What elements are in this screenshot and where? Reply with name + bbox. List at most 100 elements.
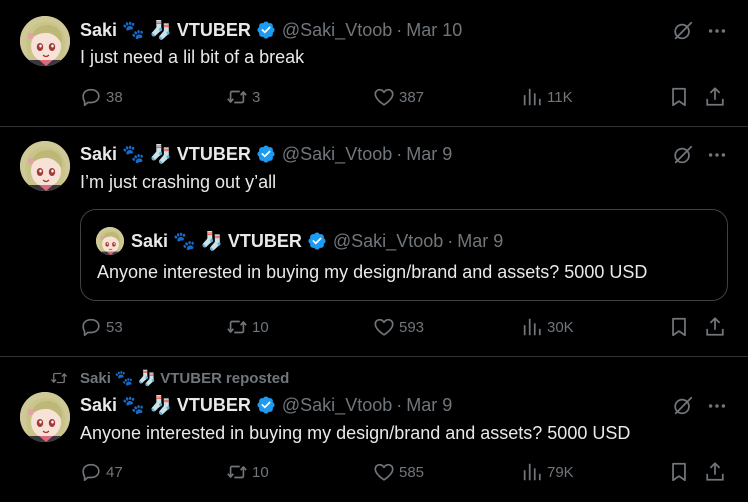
verified-badge-icon[interactable] (256, 395, 276, 415)
tweet-actions: 47 10 585 79K (80, 461, 728, 487)
tweet-date[interactable]: Mar 9 (406, 144, 452, 165)
avatar-image (20, 392, 70, 442)
repost-indicator: Saki 🐾 🧦 VTUBER reposted (50, 369, 289, 387)
display-name[interactable]: Saki (131, 231, 168, 252)
verified-badge-icon[interactable] (256, 20, 276, 40)
user-handle[interactable]: @Saki_Vtoob (282, 144, 392, 165)
sock-emoji: 🧦 (200, 230, 223, 251)
like-count: 593 (399, 318, 425, 336)
quoted-tweet[interactable]: Saki 🐾 🧦 VTUBER @Saki_Vtoob · Mar 9 Anyo… (80, 209, 728, 301)
repost-count: 10 (252, 318, 269, 336)
like-button[interactable]: 593 (373, 316, 424, 338)
avatar-image (20, 16, 70, 66)
heart-icon (373, 86, 395, 108)
like-button[interactable]: 585 (373, 461, 424, 483)
like-count: 387 (399, 88, 425, 106)
paw-emoji: 🐾 (114, 370, 134, 387)
tweet-date[interactable]: Mar 9 (406, 395, 452, 416)
views-icon (521, 86, 543, 108)
tweet-actions: 53 10 593 30K (80, 316, 728, 342)
verified-badge-icon[interactable] (307, 231, 327, 251)
tweet-date[interactable]: Mar 10 (406, 20, 462, 41)
reply-count: 53 (106, 318, 123, 336)
reply-icon (80, 316, 102, 338)
reply-button[interactable]: 47 (80, 461, 123, 483)
avatar[interactable] (20, 392, 70, 442)
repost-button[interactable]: 3 (226, 86, 260, 108)
reposter-tag[interactable]: VTUBER (160, 370, 222, 387)
views-button[interactable]: 79K (521, 461, 574, 483)
separator-dot: · (396, 394, 403, 415)
quoted-avatar[interactable] (96, 227, 124, 255)
reply-button[interactable]: 38 (80, 86, 123, 108)
grok-icon[interactable] (672, 20, 694, 42)
avatar-image (20, 141, 70, 191)
tweet-text: I just need a lil bit of a break (80, 47, 305, 67)
bookmark-icon (668, 461, 690, 483)
avatar-image (96, 227, 124, 255)
display-name-tag[interactable]: VTUBER (177, 20, 251, 41)
bookmark-icon (668, 86, 690, 108)
repost-button[interactable]: 10 (226, 316, 269, 338)
separator-dot: · (447, 230, 454, 251)
display-name[interactable]: Saki (80, 20, 117, 41)
sock-emoji: 🧦 (137, 370, 157, 387)
reposter-name[interactable]: Saki (80, 370, 111, 387)
reply-count: 47 (106, 463, 123, 481)
grok-icon[interactable] (672, 144, 694, 166)
more-icon[interactable] (706, 395, 728, 417)
display-name[interactable]: Saki (80, 395, 117, 416)
views-button[interactable]: 11K (521, 86, 573, 108)
views-icon (521, 461, 543, 483)
verified-badge-icon[interactable] (256, 144, 276, 164)
grok-icon[interactable] (672, 395, 694, 417)
views-icon (521, 316, 543, 338)
display-name-tag[interactable]: VTUBER (228, 231, 302, 252)
like-button[interactable]: 387 (373, 86, 424, 108)
share-button[interactable] (704, 316, 726, 338)
tweet[interactable]: Saki 🐾 🧦 VTUBER @Saki_Vtoob · Mar 10 I j… (0, 0, 748, 127)
repost-icon (226, 461, 248, 483)
separator-dot: · (396, 19, 403, 40)
tweet-text: Anyone interested in buying my design/br… (80, 423, 631, 443)
sock-emoji: 🧦 (149, 143, 172, 164)
bookmark-button[interactable] (668, 316, 690, 338)
more-icon[interactable] (706, 20, 728, 42)
tweet[interactable]: Saki 🐾 🧦 VTUBER reposted Saki 🐾 🧦 VTUBER… (0, 357, 748, 502)
repost-icon (50, 369, 68, 387)
user-handle[interactable]: @Saki_Vtoob (282, 20, 392, 41)
paw-emoji: 🐾 (173, 230, 196, 251)
tweet[interactable]: Saki 🐾 🧦 VTUBER @Saki_Vtoob · Mar 9 I’m … (0, 127, 748, 357)
user-handle[interactable]: @Saki_Vtoob (282, 395, 392, 416)
tweet-header: Saki 🐾 🧦 VTUBER @Saki_Vtoob · Mar 10 (80, 19, 462, 41)
views-button[interactable]: 30K (521, 316, 574, 338)
sock-emoji: 🧦 (149, 394, 172, 415)
repost-icon (226, 316, 248, 338)
avatar[interactable] (20, 141, 70, 191)
repost-button[interactable]: 10 (226, 461, 269, 483)
reply-icon (80, 86, 102, 108)
quoted-tweet-date[interactable]: Mar 9 (457, 231, 503, 252)
share-button[interactable] (704, 86, 726, 108)
share-button[interactable] (704, 461, 726, 483)
views-count: 30K (547, 318, 574, 336)
share-icon (704, 316, 726, 338)
reply-count: 38 (106, 88, 123, 106)
reply-button[interactable]: 53 (80, 316, 123, 338)
tweet-header: Saki 🐾 🧦 VTUBER @Saki_Vtoob · Mar 9 (80, 394, 452, 416)
repost-count: 10 (252, 463, 269, 481)
tweet-header: Saki 🐾 🧦 VTUBER @Saki_Vtoob · Mar 9 (80, 143, 452, 165)
avatar[interactable] (20, 16, 70, 66)
more-icon[interactable] (706, 144, 728, 166)
display-name-tag[interactable]: VTUBER (177, 144, 251, 165)
reposted-label: reposted (225, 369, 290, 387)
paw-emoji: 🐾 (122, 143, 145, 164)
display-name-tag[interactable]: VTUBER (177, 395, 251, 416)
like-count: 585 (399, 463, 425, 481)
display-name[interactable]: Saki (80, 144, 117, 165)
bookmark-button[interactable] (668, 461, 690, 483)
bookmark-button[interactable] (668, 86, 690, 108)
user-handle[interactable]: @Saki_Vtoob (333, 231, 443, 252)
paw-emoji: 🐾 (122, 394, 145, 415)
quoted-tweet-text: Anyone interested in buying my design/br… (97, 262, 648, 282)
